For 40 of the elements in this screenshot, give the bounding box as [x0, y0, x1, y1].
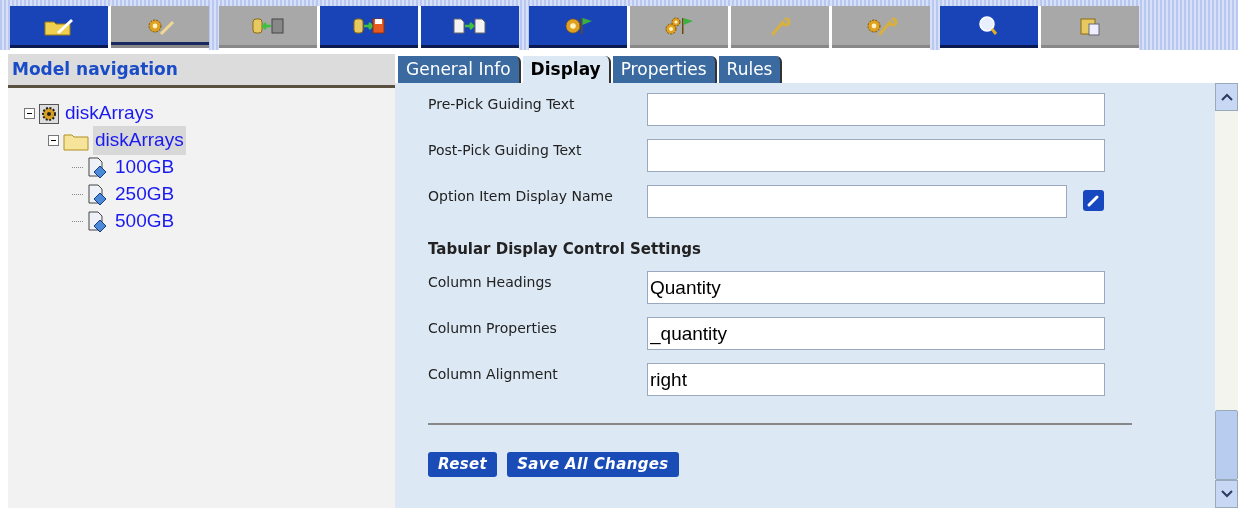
- document-icon: [87, 210, 109, 233]
- field-label: Column Alignment: [428, 365, 559, 384]
- tree-item[interactable]: diskArrays: [63, 99, 156, 128]
- tree-item[interactable]: 500GB: [113, 207, 177, 236]
- panel-title: Model navigation: [12, 57, 178, 81]
- toolbar-button[interactable]: [529, 6, 627, 48]
- collapse-icon[interactable]: [24, 108, 35, 119]
- text-field[interactable]: [647, 185, 1067, 218]
- document-icon: [87, 156, 109, 179]
- scrollbar-thumb[interactable]: [1215, 410, 1238, 480]
- tab[interactable]: Properties: [612, 56, 717, 83]
- toolbar-button[interactable]: [111, 6, 209, 48]
- text-field[interactable]: _quantity: [647, 317, 1105, 350]
- pencil-icon[interactable]: [1083, 190, 1104, 211]
- field-label: Column Headings: [428, 273, 553, 292]
- form-button[interactable]: Save All Changes: [507, 452, 679, 477]
- toolbar-button[interactable]: [940, 6, 1038, 48]
- toolbar-button[interactable]: [320, 6, 418, 48]
- scrollbar[interactable]: [1215, 83, 1238, 508]
- text-field[interactable]: [647, 93, 1105, 126]
- toolbar-button[interactable]: [421, 6, 519, 48]
- section-title: Tabular Display Control Settings: [428, 238, 701, 260]
- document-icon: [87, 183, 109, 206]
- field-label: Pre-Pick Guiding Text: [428, 95, 576, 114]
- field-label: Column Properties: [428, 319, 558, 338]
- field-label: Option Item Display Name: [428, 187, 614, 206]
- collapse-icon[interactable]: [48, 135, 59, 146]
- tab[interactable]: Display: [522, 56, 611, 83]
- tab[interactable]: Rules: [718, 56, 783, 83]
- tab[interactable]: General Info: [398, 56, 521, 83]
- tree-item[interactable]: 250GB: [113, 180, 177, 209]
- form-button[interactable]: Reset: [428, 452, 498, 477]
- tree-item[interactable]: diskArrays: [93, 126, 186, 155]
- text-field[interactable]: right: [647, 363, 1105, 396]
- gear-icon: [39, 103, 59, 124]
- toolbar-button[interactable]: [10, 6, 108, 48]
- text-field[interactable]: [647, 139, 1105, 172]
- text-field[interactable]: Quantity: [647, 271, 1105, 304]
- field-label: Post-Pick Guiding Text: [428, 141, 583, 160]
- tree-item[interactable]: 100GB: [113, 153, 177, 182]
